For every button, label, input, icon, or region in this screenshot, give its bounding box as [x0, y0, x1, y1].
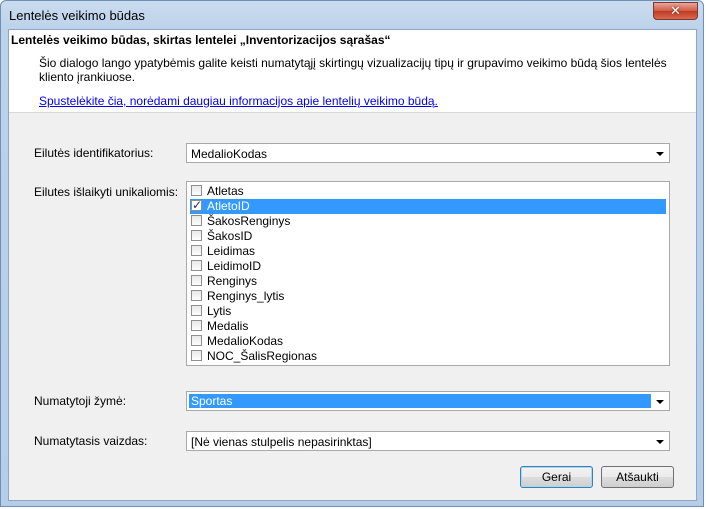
list-item[interactable]: Medalis [190, 319, 666, 334]
info-description: Šio dialogo lango ypatybėmis galite keis… [39, 56, 667, 84]
list-item-label: Atletas [207, 184, 244, 198]
checkbox[interactable] [191, 245, 202, 256]
checkbox[interactable] [191, 185, 202, 196]
list-item-label: LeidimoID [207, 259, 262, 273]
list-item[interactable]: Renginys [190, 274, 666, 289]
checkbox[interactable] [191, 290, 202, 301]
list-item[interactable]: Leidimas [190, 244, 666, 259]
ok-button[interactable]: Gerai [520, 466, 593, 488]
list-item-label: NOC_ŠalisRegionas [207, 349, 318, 363]
default-label-value: Sportas [189, 394, 651, 408]
list-item[interactable]: ŠakosRenginys [190, 214, 666, 229]
dialog-window: Lentelės veikimo būdas ✕ Lentelės veikim… [0, 0, 704, 507]
help-link[interactable]: Spustelėkite čia, norėdami daugiau infor… [39, 94, 438, 108]
row-identifier-label: Eilutės identifikatorius: [34, 146, 154, 160]
checkbox[interactable] [191, 215, 202, 226]
list-item-label: Renginys_lytis [207, 289, 285, 303]
dialog-client-area: Lentelės veikimo būdas, skirtas lentelei… [8, 29, 697, 501]
list-item-label: Renginys [207, 274, 258, 288]
list-item-label: ŠakosRenginys [207, 214, 291, 228]
info-heading: Lentelės veikimo būdas, skirtas lentelei… [11, 33, 391, 47]
chevron-down-icon[interactable] [656, 400, 664, 404]
cancel-button[interactable]: Atšaukti [601, 466, 674, 488]
checkbox[interactable] [191, 260, 202, 271]
default-image-value: [Nė vienas stulpelis nepasirinktas] [191, 435, 372, 449]
list-item[interactable]: MedalioKodas [190, 334, 666, 349]
list-item[interactable]: ŠakosID [190, 229, 666, 244]
window-title: Lentelės veikimo būdas [9, 8, 145, 23]
list-item[interactable]: Atletas [190, 184, 666, 199]
checkbox[interactable] [191, 335, 202, 346]
list-item-label: Lytis [207, 304, 232, 318]
list-item-label: Leidimas [207, 244, 256, 258]
title-bar[interactable]: Lentelės veikimo būdas ✕ [1, 1, 703, 29]
default-label-combo[interactable]: Sportas [186, 391, 670, 411]
row-identifier-value: MedalioKodas [191, 147, 268, 161]
close-button[interactable]: ✕ [653, 2, 698, 20]
list-item-label: ŠakosID [207, 229, 253, 243]
list-item-label: AtletoID [207, 199, 250, 213]
checkbox[interactable]: ✓ [191, 198, 203, 212]
checkbox[interactable] [191, 320, 202, 331]
unique-rows-listbox[interactable]: Atletas ✓ AtletoID ŠakosRenginys ŠakosID Leid… [186, 181, 670, 366]
chevron-down-icon[interactable] [656, 152, 664, 156]
list-item[interactable]: Lytis [190, 304, 666, 319]
list-item[interactable]: ✓ AtletoID [190, 198, 666, 214]
list-item[interactable]: NOC_ŠalisRegionas [190, 349, 666, 364]
list-item-label: Medalis [207, 319, 249, 333]
row-identifier-combo[interactable]: MedalioKodas [186, 143, 670, 163]
default-image-label: Numatytasis vaizdas: [34, 434, 148, 448]
info-panel: Lentelės veikimo būdas, skirtas lentelei… [9, 30, 696, 113]
checkbox[interactable] [191, 350, 202, 361]
checkmark-icon: ✓ [192, 198, 203, 212]
default-label-label: Numatytoji žymė: [34, 394, 127, 408]
unique-rows-label: Eilutes išlaikyti unikaliomis: [34, 185, 179, 199]
list-item-label: MedalioKodas [207, 334, 284, 348]
chevron-down-icon[interactable] [656, 440, 664, 444]
default-image-combo[interactable]: [Nė vienas stulpelis nepasirinktas] [186, 431, 670, 451]
checkbox[interactable] [191, 230, 202, 241]
checkbox[interactable] [191, 275, 202, 286]
list-item[interactable]: Renginys_lytis [190, 289, 666, 304]
checkbox[interactable] [191, 305, 202, 316]
close-icon: ✕ [670, 3, 681, 19]
list-item[interactable]: LeidimoID [190, 259, 666, 274]
